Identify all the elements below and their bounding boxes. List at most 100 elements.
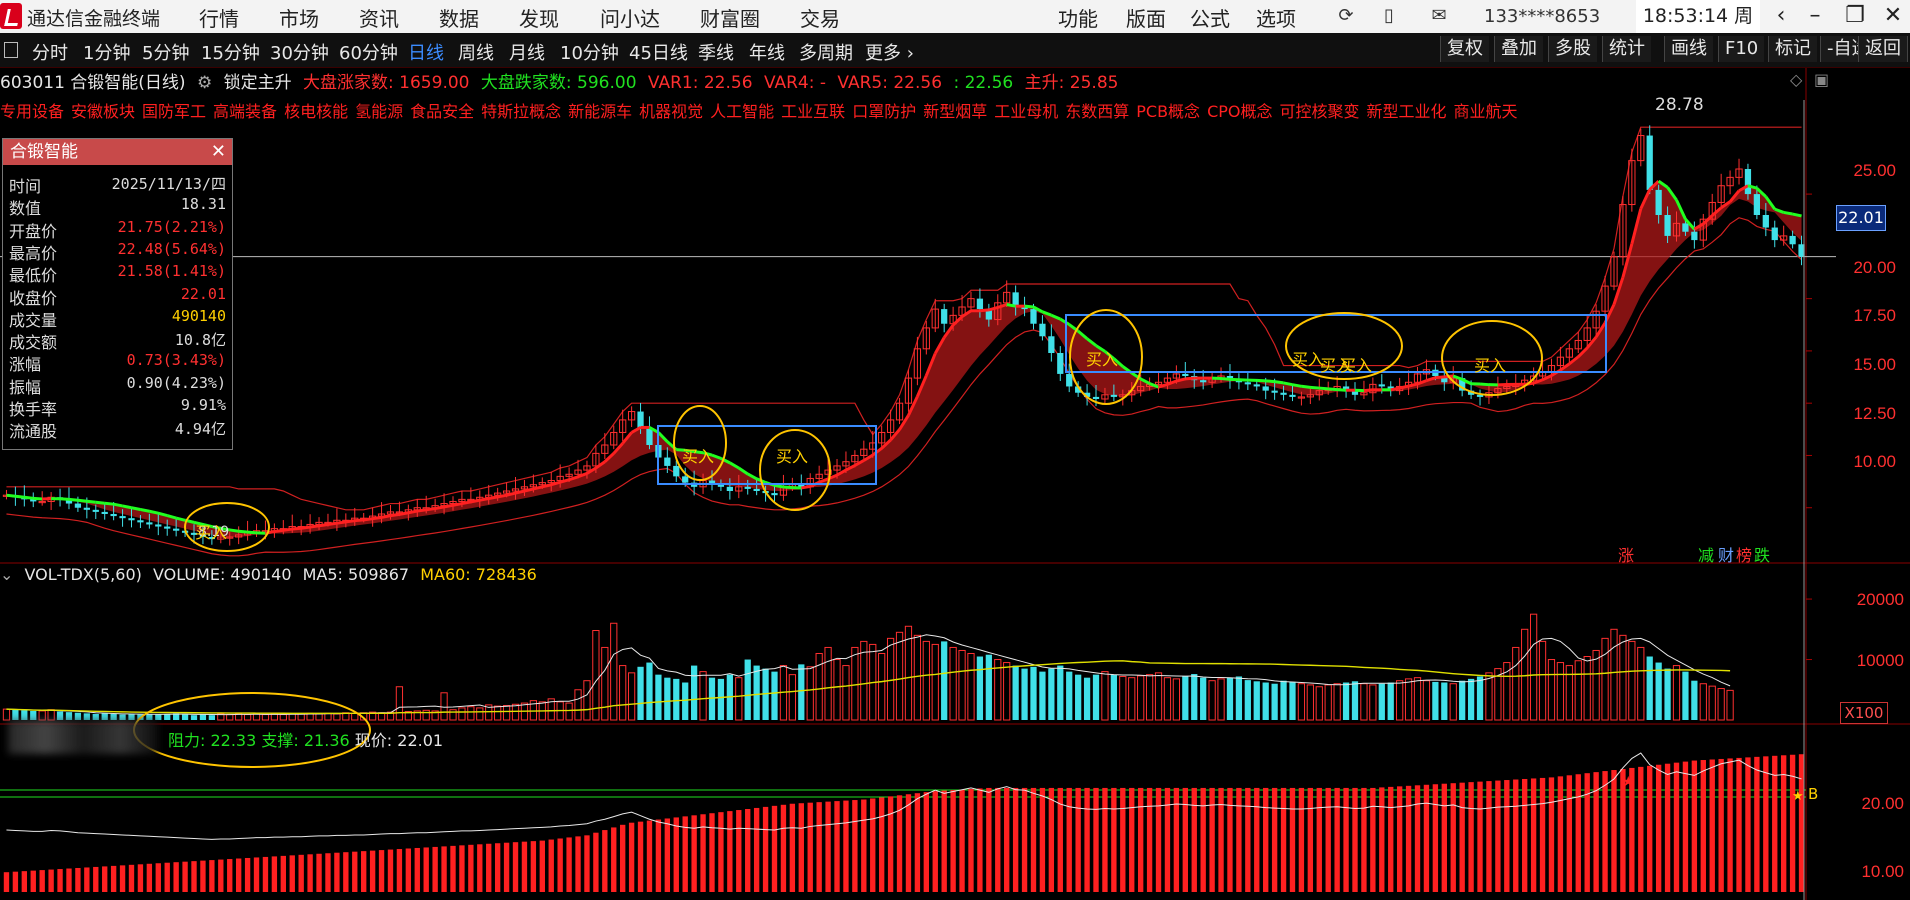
candle [101, 511, 108, 514]
indicator-bar [1780, 755, 1787, 892]
ma-line-segment [470, 498, 481, 504]
indicator-bar [1405, 785, 1412, 892]
volume-bar [1682, 671, 1689, 720]
kline-chart[interactable]: ★★ [0, 0, 1910, 900]
ma-line-segment [1363, 388, 1374, 393]
volume-bar [1066, 671, 1073, 720]
candle [1030, 309, 1037, 324]
candle [1244, 382, 1251, 385]
volume-bar [976, 656, 984, 720]
indicator-bar [1727, 758, 1733, 892]
indicator-bar [745, 809, 751, 892]
info-value: 0.73(3.43%) [126, 351, 226, 370]
volume-bar [1253, 681, 1260, 720]
volume-bar [12, 709, 19, 720]
event-cai[interactable]: 财 [1718, 542, 1734, 566]
volume-bar [1369, 684, 1377, 721]
volume-bar [226, 714, 234, 721]
indicator-bar [146, 863, 153, 892]
volume-bar [1048, 668, 1055, 720]
volume-bar [1191, 674, 1198, 720]
volume-bar [467, 706, 475, 721]
ma-line-segment [541, 483, 552, 489]
indicator-bar [316, 853, 322, 892]
candle [92, 509, 99, 512]
ma-line-segment [783, 485, 793, 490]
indicator-bar [816, 802, 822, 892]
volume-bar [1075, 674, 1082, 720]
indicator-bar [1459, 782, 1465, 892]
ma-line-segment [1337, 388, 1347, 392]
indicator-bar [244, 857, 251, 892]
info-close-icon[interactable]: ✕ [211, 139, 226, 165]
candle [1262, 386, 1269, 391]
indicator-bar [1164, 787, 1171, 892]
y-tick: 25.00 [1853, 161, 1896, 180]
candle [1646, 135, 1653, 190]
volume-bar [842, 665, 850, 721]
indicator-bar [253, 857, 260, 892]
indicator-bar [387, 849, 394, 892]
volume-bar [351, 712, 359, 721]
indicator-bar [1584, 773, 1590, 892]
volume-bar [1459, 680, 1466, 720]
collapse-icon[interactable]: ⌄ [0, 565, 13, 584]
indicator-bar [110, 865, 117, 892]
indicator-bar [173, 862, 179, 892]
event-die[interactable]: 跌 [1754, 542, 1770, 566]
indicator-bar [1254, 787, 1260, 892]
ma-line-segment [1435, 375, 1445, 380]
ma-line-segment [479, 497, 489, 502]
volume-bar [1432, 681, 1439, 720]
volume-bar [1154, 672, 1163, 721]
indicator-bar [432, 846, 438, 892]
indicator-bar [182, 861, 188, 892]
indicator-bar [1075, 787, 1081, 892]
info-key: 最低价 [9, 266, 58, 286]
indicator-bar [1798, 754, 1805, 892]
indicator-bar [1298, 787, 1305, 892]
indicator-bar [209, 860, 215, 892]
volume-bar [878, 652, 886, 721]
info-row: 收盘价 22.01 [3, 285, 232, 308]
event-zhang[interactable]: 涨 [1618, 542, 1634, 566]
volume-bar [1717, 688, 1725, 721]
indicator-bar [611, 827, 617, 892]
info-key: 成交量 [9, 310, 58, 330]
volume-bar [1217, 678, 1225, 721]
candle [1682, 223, 1689, 232]
volume-bar [1163, 677, 1172, 721]
indicator-bar [262, 856, 269, 892]
candle [637, 411, 644, 429]
volume-bar [1699, 683, 1707, 721]
volume-bar [1691, 680, 1698, 720]
indicator-bar [361, 851, 367, 892]
indicator-bar [1316, 787, 1322, 892]
volume-bar [904, 625, 913, 721]
volume-bar [1610, 628, 1618, 721]
indicator-bar [1736, 757, 1742, 892]
candle [1092, 396, 1100, 399]
volume-bar [1672, 665, 1681, 721]
volume-bar [1655, 662, 1662, 720]
indicator-bar [1137, 787, 1144, 892]
ma-line-segment [238, 529, 248, 534]
volume-bar [74, 712, 82, 720]
info-value: 21.75(2.21%) [117, 217, 226, 236]
event-jian[interactable]: 减 [1698, 542, 1714, 566]
candle [1057, 353, 1064, 374]
ma-line-segment [1283, 381, 1293, 387]
info-value: 22.48(5.64%) [117, 239, 226, 258]
indicator-bar [1111, 787, 1117, 892]
volume-bar [806, 666, 814, 721]
volume-bar [1289, 681, 1296, 720]
indicator-bar [3, 872, 10, 892]
ma-line-segment [1479, 382, 1490, 387]
event-bang[interactable]: 榜 [1736, 542, 1752, 566]
candle [164, 526, 171, 529]
info-row: 时间 2025/11/13/四 [3, 173, 232, 196]
indicator-bar [1566, 775, 1573, 892]
indicator-bar [1343, 787, 1349, 892]
candle [1200, 380, 1207, 383]
indicator-bar [441, 846, 447, 892]
